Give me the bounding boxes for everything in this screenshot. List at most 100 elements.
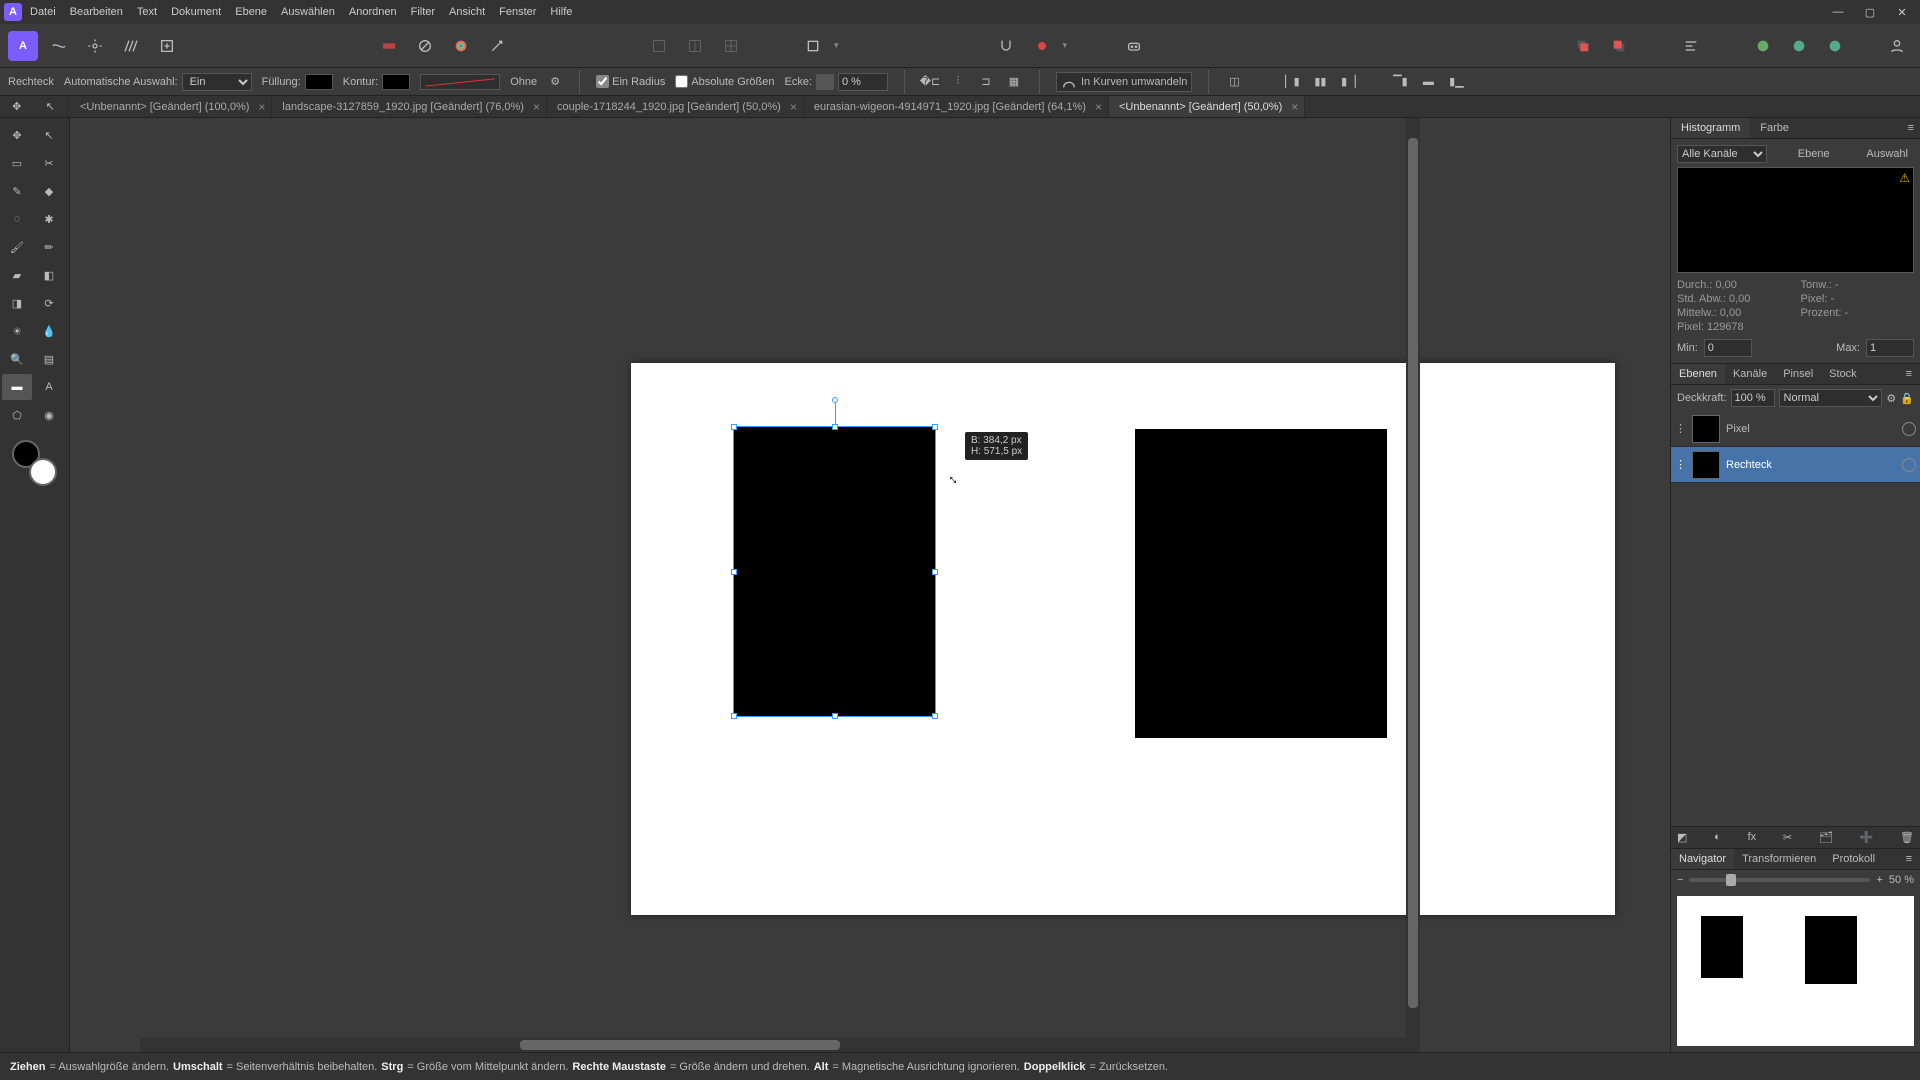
- eraser-tool-icon[interactable]: ◨: [2, 290, 32, 316]
- chevron-down-icon[interactable]: ▾: [834, 40, 839, 51]
- adjustment-icon[interactable]: ◐: [1714, 831, 1721, 844]
- layer-name[interactable]: Rechteck: [1726, 459, 1772, 471]
- align-right-icon[interactable]: ⊐: [977, 73, 995, 91]
- document-canvas[interactable]: [631, 363, 1615, 915]
- channel-dropdown[interactable]: Alle Kanäle: [1677, 145, 1767, 163]
- rectangle-shape[interactable]: [734, 427, 935, 716]
- opacity-input[interactable]: [1731, 389, 1775, 407]
- sync-cloud-icon[interactable]: [1820, 31, 1850, 61]
- visibility-toggle[interactable]: [1902, 458, 1916, 472]
- close-icon[interactable]: ×: [1095, 100, 1102, 114]
- halign-center-icon[interactable]: ▮▮: [1311, 73, 1329, 91]
- delete-layer-icon[interactable]: 🗑: [1900, 831, 1914, 844]
- menu-bearbeiten[interactable]: Bearbeiten: [70, 6, 123, 18]
- menu-filter[interactable]: Filter: [411, 6, 435, 18]
- close-icon[interactable]: ×: [258, 100, 265, 114]
- min-input[interactable]: [1704, 339, 1752, 357]
- horizontal-scrollbar[interactable]: [140, 1038, 1420, 1052]
- mesh-tool-icon[interactable]: ▤: [34, 346, 64, 372]
- dodge-tool-icon[interactable]: ☀: [2, 318, 32, 344]
- tab-pinsel[interactable]: Pinsel: [1775, 364, 1821, 384]
- document-tab[interactable]: couple-1718244_1920.jpg [Geändert] (50,0…: [547, 96, 804, 117]
- lasso-icon[interactable]: ◌: [2, 206, 32, 232]
- document-tab[interactable]: eurasian-wigeon-4914971_1920.jpg [Geände…: [804, 96, 1109, 117]
- persona-tone-icon[interactable]: [116, 31, 146, 61]
- smudge-tool-icon[interactable]: 💧: [34, 318, 64, 344]
- rectangle-shape[interactable]: [1135, 429, 1387, 738]
- document-tab[interactable]: <Unbenannt> [Geändert] (100,0%)×: [70, 96, 272, 117]
- hand-tool-icon[interactable]: ✥: [12, 100, 21, 113]
- text-tool-icon[interactable]: A: [34, 374, 64, 400]
- max-input[interactable]: [1866, 339, 1914, 357]
- clone-tool-icon[interactable]: ⟳: [34, 290, 64, 316]
- layer-row[interactable]: ⋮ Rechteck: [1671, 447, 1920, 483]
- view-tool-icon[interactable]: ✥: [2, 122, 32, 148]
- rectangle-tool-icon[interactable]: ▬: [2, 374, 32, 400]
- background-color[interactable]: [29, 458, 57, 486]
- scope-selection-button[interactable]: Auswahl: [1860, 146, 1914, 162]
- maximize-button[interactable]: ▢: [1856, 3, 1884, 21]
- layer-row[interactable]: ⋮ Pixel: [1671, 411, 1920, 447]
- menu-ansicht[interactable]: Ansicht: [449, 6, 485, 18]
- valign-bottom-icon[interactable]: ▮▁: [1447, 73, 1465, 91]
- account-icon[interactable]: [1882, 31, 1912, 61]
- pen-tool-icon[interactable]: ✎: [2, 178, 32, 204]
- menu-dokument[interactable]: Dokument: [171, 6, 221, 18]
- crop-tool-icon[interactable]: ✂: [34, 150, 64, 176]
- layer-fx-icon[interactable]: ⚙: [1886, 392, 1896, 405]
- one-radius-checkbox[interactable]: Ein Radius: [596, 75, 665, 88]
- zoom-in-button[interactable]: +: [1876, 874, 1882, 886]
- tab-protokoll[interactable]: Protokoll: [1824, 849, 1883, 869]
- chevron-down-icon[interactable]: ▾: [1063, 40, 1068, 51]
- menu-auswaehlen[interactable]: Auswählen: [281, 6, 335, 18]
- persona-export-icon[interactable]: [152, 31, 182, 61]
- canvas-viewport[interactable]: B: 384,2 px H: 571,5 px ↔: [70, 118, 1670, 1052]
- pencil-tool-icon[interactable]: ✏: [34, 234, 64, 260]
- layer-link-icon[interactable]: ⋮: [1675, 422, 1686, 435]
- close-button[interactable]: ✕: [1888, 3, 1916, 21]
- layer-link-icon[interactable]: ⋮: [1675, 458, 1686, 471]
- selection-rect-icon[interactable]: ▭: [2, 150, 32, 176]
- absolute-sizes-checkbox[interactable]: Absolute Größen: [675, 75, 774, 88]
- tab-histogramm[interactable]: Histogramm: [1671, 118, 1750, 138]
- autoselect-dropdown[interactable]: Ein: [182, 73, 252, 91]
- stroke-swatch[interactable]: [382, 74, 410, 90]
- layer-thumbnail[interactable]: [1692, 451, 1720, 479]
- grid-both-icon[interactable]: [716, 31, 746, 61]
- menu-hilfe[interactable]: Hilfe: [550, 6, 572, 18]
- tab-kanaele[interactable]: Kanäle: [1725, 364, 1775, 384]
- persona-liquify-icon[interactable]: [44, 31, 74, 61]
- tab-farbe[interactable]: Farbe: [1750, 118, 1799, 138]
- tab-stock[interactable]: Stock: [1821, 364, 1865, 384]
- scope-layer-button[interactable]: Ebene: [1792, 146, 1836, 162]
- grid-none-icon[interactable]: [644, 31, 674, 61]
- fill-tool-icon[interactable]: ▰: [2, 262, 32, 288]
- halign-right-icon[interactable]: ▮▕: [1339, 73, 1357, 91]
- close-icon[interactable]: ×: [790, 100, 797, 114]
- align-center-icon[interactable]: ⫶: [949, 73, 967, 91]
- assistant-icon[interactable]: [1119, 31, 1149, 61]
- no-fill-icon[interactable]: [410, 31, 440, 61]
- halign-left-icon[interactable]: ▏▮: [1283, 73, 1301, 91]
- close-icon[interactable]: ×: [533, 100, 540, 114]
- menu-text[interactable]: Text: [137, 6, 157, 18]
- sync-add-icon[interactable]: [1748, 31, 1778, 61]
- group-icon[interactable]: 🗂: [1819, 831, 1833, 844]
- snap-icon[interactable]: [991, 31, 1021, 61]
- document-tab[interactable]: landscape-3127859_1920.jpg [Geändert] (7…: [272, 96, 547, 117]
- menu-fenster[interactable]: Fenster: [499, 6, 536, 18]
- minimize-button[interactable]: —: [1824, 3, 1852, 21]
- shapes-tool-icon[interactable]: ⬠: [2, 402, 32, 428]
- move-tool-icon[interactable]: ↖: [46, 100, 55, 113]
- valign-top-icon[interactable]: ▔▮: [1391, 73, 1409, 91]
- layer-lock-icon[interactable]: 🔒: [1900, 392, 1914, 405]
- zoom-slider[interactable]: [1689, 878, 1870, 882]
- tab-transformieren[interactable]: Transformieren: [1734, 849, 1824, 869]
- stroke-width-slider[interactable]: [420, 74, 500, 90]
- order-front-icon[interactable]: [1604, 31, 1634, 61]
- order-back-icon[interactable]: [1568, 31, 1598, 61]
- convert-curves-button[interactable]: In Kurven umwandeln: [1056, 72, 1192, 92]
- corner-type-dropdown[interactable]: [816, 74, 834, 90]
- sync-icon[interactable]: [1784, 31, 1814, 61]
- layer-thumbnail[interactable]: [1692, 415, 1720, 443]
